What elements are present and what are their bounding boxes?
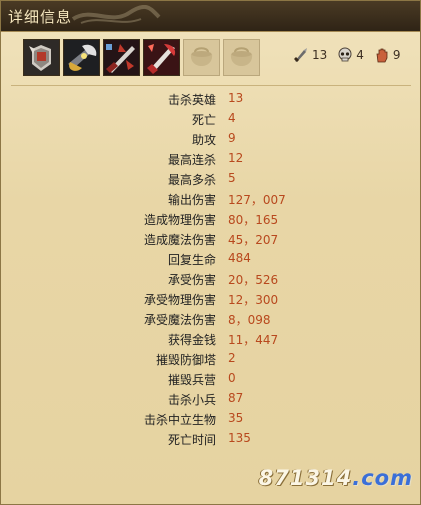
item-slot[interactable] xyxy=(223,39,260,76)
item-slot[interactable] xyxy=(63,39,100,76)
stat-label: 承受物理伤害 xyxy=(143,293,216,307)
title-bar: 详细信息 xyxy=(1,1,420,32)
watermark-number: 871314 xyxy=(258,466,353,490)
stat-value: 35 xyxy=(228,411,244,425)
item-slot[interactable] xyxy=(143,39,180,76)
stat-row: 承受伤害 20，526 xyxy=(1,271,420,291)
stat-value: 12 xyxy=(228,151,244,165)
hand-assists-icon xyxy=(376,48,388,63)
stat-row: 击杀小兵 87 xyxy=(1,391,420,411)
stat-label: 承受伤害 xyxy=(167,273,216,287)
assists-group: 9 xyxy=(374,47,401,63)
panel-title: 详细信息 xyxy=(8,8,73,26)
stat-label: 造成物理伤害 xyxy=(143,213,216,227)
kda-summary: 13 4 9 xyxy=(293,47,401,63)
site-watermark: 871314.com xyxy=(259,466,413,490)
stat-value: 13 xyxy=(228,91,244,105)
kills-count: 13 xyxy=(312,48,328,62)
axe-item-icon xyxy=(64,40,99,75)
deaths-group: 4 xyxy=(337,47,364,63)
decorative-swirl-icon xyxy=(71,5,161,24)
stat-row: 造成魔法伤害 45，207 xyxy=(1,231,420,251)
stat-value: 135 xyxy=(228,431,251,445)
stat-label: 摧毁防御塔 xyxy=(155,353,216,367)
stat-row: 击杀英雄 13 xyxy=(1,91,420,111)
empty-bag-slot-icon xyxy=(230,47,253,66)
stat-label: 承受魔法伤害 xyxy=(143,313,216,327)
stat-row: 助攻 9 xyxy=(1,131,420,151)
stat-value: 12，300 xyxy=(228,293,279,307)
stat-value: 484 xyxy=(228,251,251,265)
skull-deaths-icon xyxy=(338,47,352,62)
stat-label: 击杀小兵 xyxy=(167,393,216,407)
stat-label: 输出伤害 xyxy=(167,193,216,207)
stat-row: 最高多杀 5 xyxy=(1,171,420,191)
blade-item-icon xyxy=(144,40,179,75)
stat-value: 2 xyxy=(228,351,236,365)
stat-label: 助攻 xyxy=(191,133,216,147)
assists-count: 9 xyxy=(392,48,401,62)
stat-label: 死亡时间 xyxy=(167,433,216,447)
stat-label: 造成魔法伤害 xyxy=(143,233,216,247)
item-slot[interactable] xyxy=(23,39,60,76)
stat-value: 45，207 xyxy=(228,233,279,247)
deaths-count: 4 xyxy=(356,48,364,62)
stat-label: 摧毁兵营 xyxy=(167,373,216,387)
stat-value: 127，007 xyxy=(228,193,286,207)
kills-group: 13 xyxy=(293,47,327,63)
stat-row: 最高连杀 12 xyxy=(1,151,420,171)
sword-item-icon xyxy=(104,40,139,75)
stat-row: 输出伤害 127，007 xyxy=(1,191,420,211)
stat-row: 承受魔法伤害 8，098 xyxy=(1,311,420,331)
stat-value: 5 xyxy=(228,171,236,185)
stat-label: 击杀中立生物 xyxy=(143,413,216,427)
stat-row: 摧毁防御塔 2 xyxy=(1,351,420,371)
item-slots xyxy=(23,39,260,79)
item-slot[interactable] xyxy=(183,39,220,76)
stat-value: 4 xyxy=(228,111,236,125)
stat-row: 死亡 4 xyxy=(1,111,420,131)
item-slot[interactable] xyxy=(103,39,140,76)
stat-row: 造成物理伤害 80，165 xyxy=(1,211,420,231)
stat-row: 击杀中立生物 35 xyxy=(1,411,420,431)
stat-label: 获得金钱 xyxy=(167,333,216,347)
armor-item-icon xyxy=(24,40,59,75)
stat-value: 0 xyxy=(228,371,236,385)
stat-value: 87 xyxy=(228,391,244,405)
details-panel: 详细信息 13 4 9 击杀英雄 13 死亡 4 助攻 9 最高连杀 12 最高… xyxy=(0,0,421,505)
stat-row: 回复生命 484 xyxy=(1,251,420,271)
empty-bag-slot-icon xyxy=(190,47,213,66)
stat-value: 80，165 xyxy=(228,213,279,227)
stat-value: 11，447 xyxy=(228,333,279,347)
stat-label: 击杀英雄 xyxy=(167,93,216,107)
divider xyxy=(11,85,411,86)
stat-label: 回复生命 xyxy=(167,253,216,267)
stat-label: 最高多杀 xyxy=(167,173,216,187)
stat-value: 9 xyxy=(228,131,236,145)
stat-row: 承受物理伤害 12，300 xyxy=(1,291,420,311)
stat-value: 20，526 xyxy=(228,273,279,287)
stat-label: 死亡 xyxy=(191,113,216,127)
stat-row: 获得金钱 11，447 xyxy=(1,331,420,351)
sword-kills-icon xyxy=(294,48,307,62)
stat-row: 死亡时间 135 xyxy=(1,431,420,451)
watermark-domain: .com xyxy=(352,466,413,490)
stat-label: 最高连杀 xyxy=(167,153,216,167)
stat-value: 8，098 xyxy=(228,313,271,327)
stat-row: 摧毁兵营 0 xyxy=(1,371,420,391)
